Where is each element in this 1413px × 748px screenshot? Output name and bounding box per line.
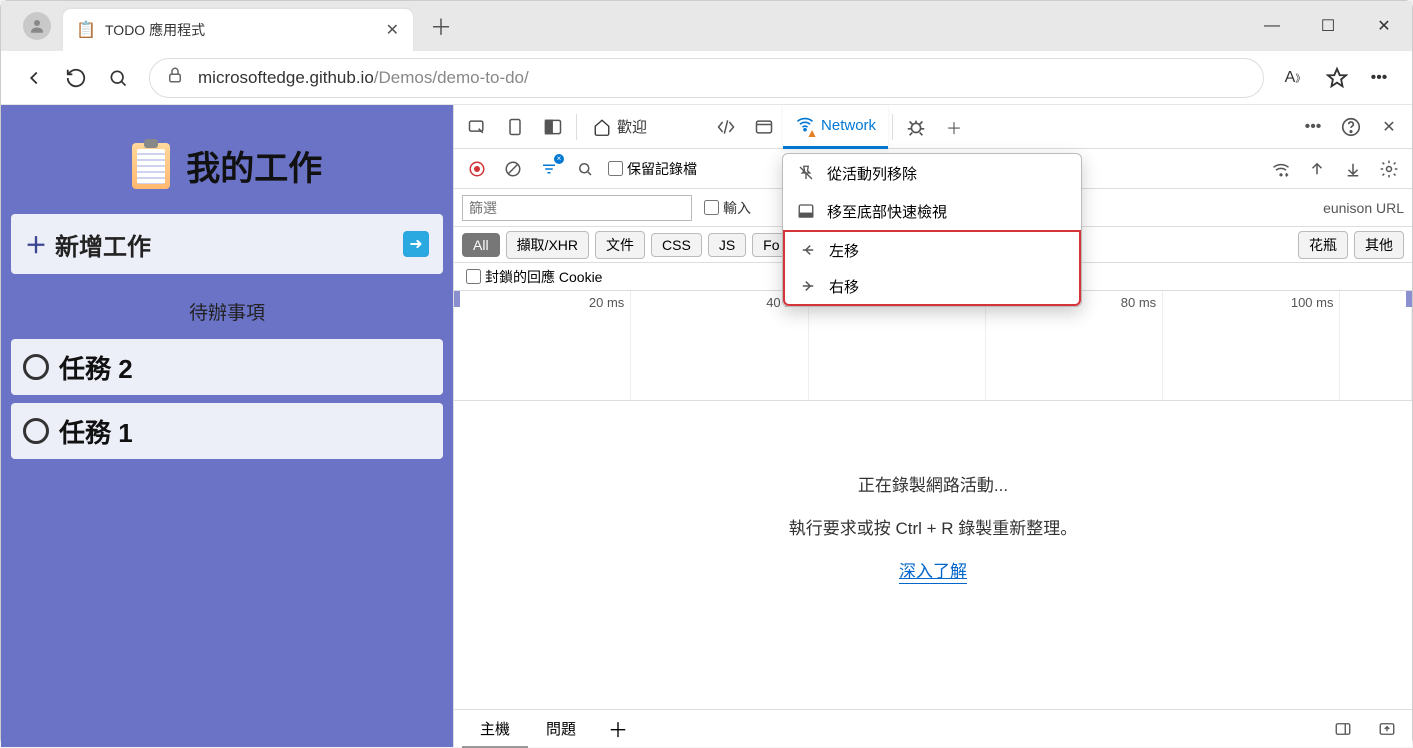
close-devtools-button[interactable]: ✕ <box>1370 108 1408 146</box>
tab-network[interactable]: ▲ Network <box>783 105 888 149</box>
timeline-tick: 100 ms <box>1291 295 1334 310</box>
close-window-button[interactable]: ✕ <box>1356 1 1412 51</box>
close-tab-button[interactable]: ✕ <box>386 20 399 40</box>
ctx-move-bottom[interactable]: 移至底部快速檢視 <box>783 192 1081 230</box>
timeline-tick: 20 ms <box>589 295 624 310</box>
recording-hint: 執行要求或按 Ctrl + R 錄製重新整理。 <box>789 514 1078 539</box>
help-button[interactable] <box>1332 108 1370 146</box>
url-input[interactable]: microsoftedge.github.io/Demos/demo-to-do… <box>149 58 1264 98</box>
settings-gear-button[interactable] <box>1372 152 1406 186</box>
invert-checkbox[interactable]: 輸入 <box>700 198 755 218</box>
drawer-expand-button[interactable] <box>1370 712 1404 746</box>
recording-message: 正在錄製網路活動... <box>858 471 1008 496</box>
submit-task-button[interactable]: ➜ <box>403 231 429 257</box>
task-item[interactable]: 任務 2 <box>11 339 443 395</box>
type-doc[interactable]: 文件 <box>595 231 645 259</box>
timeline-handle-right[interactable] <box>1406 291 1412 307</box>
arrow-left-icon <box>799 241 817 259</box>
tab-bug[interactable] <box>897 108 935 146</box>
dock-side-button[interactable] <box>534 108 572 146</box>
maximize-button[interactable]: ☐ <box>1300 1 1356 51</box>
ctx-move-right[interactable]: 右移 <box>783 268 1081 306</box>
task-item[interactable]: 任務 1 <box>11 403 443 459</box>
unpin-icon <box>797 164 815 182</box>
read-aloud-button[interactable]: A》 <box>1274 57 1316 99</box>
devtools-panel: 歡迎 ▲ Network ＋ ••• ✕ × 保留記錄檔 <box>453 105 1412 747</box>
more-button[interactable]: ••• <box>1358 57 1400 99</box>
todo-app-page: 我的工作 ＋ 新增工作 ➜ 待辦事項 任務 2 任務 1 <box>1 105 453 747</box>
drawer-tab-host[interactable]: 主機 <box>462 710 528 748</box>
back-button[interactable] <box>13 57 55 99</box>
tab-console[interactable] <box>745 108 783 146</box>
preserve-log-checkbox[interactable]: 保留記錄檔 <box>604 159 701 179</box>
drawer-dock-button[interactable] <box>1326 712 1360 746</box>
device-toggle-button[interactable] <box>496 108 534 146</box>
cutoff-text: eunison URL <box>1323 200 1404 216</box>
task-name: 任務 2 <box>59 349 133 386</box>
export-har-button[interactable] <box>1336 152 1370 186</box>
titlebar: 📋 TODO 應用程式 ✕ ＋ — ☐ ✕ <box>1 1 1412 51</box>
lock-icon <box>166 66 184 89</box>
learn-more-link[interactable]: 深入了解 <box>899 557 967 584</box>
browser-tab[interactable]: 📋 TODO 應用程式 ✕ <box>63 9 413 51</box>
network-conditions-button[interactable] <box>1264 152 1298 186</box>
tab-title: TODO 應用程式 <box>105 20 386 40</box>
network-timeline[interactable]: 20 ms 40 ms 60 ms 80 ms 100 ms <box>454 291 1412 401</box>
page-header: 我的工作 <box>11 115 443 214</box>
clear-button[interactable] <box>496 152 530 186</box>
refresh-button[interactable] <box>55 57 97 99</box>
type-other[interactable]: 其他 <box>1354 231 1404 259</box>
context-menu: 從活動列移除 移至底部快速檢視 左移 右移 <box>782 153 1082 307</box>
profile-avatar[interactable] <box>23 12 51 40</box>
ctx-unpin[interactable]: 從活動列移除 <box>783 154 1081 192</box>
filter-toggle-button[interactable]: × <box>532 152 566 186</box>
import-har-button[interactable] <box>1300 152 1334 186</box>
drawer-add-tab[interactable]: ＋ <box>594 714 642 743</box>
minimize-button[interactable]: — <box>1244 1 1300 51</box>
network-empty-state: 正在錄製網路活動... 執行要求或按 Ctrl + R 錄製重新整理。 深入了解 <box>454 401 1412 709</box>
add-task-input[interactable]: ＋ 新增工作 ➜ <box>11 214 443 274</box>
window-controls: — ☐ ✕ <box>1244 1 1412 51</box>
clipboard-logo-icon <box>132 143 170 189</box>
task-radio-icon[interactable] <box>23 354 49 380</box>
add-task-label: 新增工作 <box>55 227 403 262</box>
filter-input[interactable] <box>462 195 692 221</box>
url-text: microsoftedge.github.io/Demos/demo-to-do… <box>198 68 529 88</box>
plus-icon: ＋ <box>25 228 47 260</box>
page-title: 我的工作 <box>186 150 322 188</box>
record-button[interactable] <box>460 152 494 186</box>
todo-section-label: 待辦事項 <box>11 298 443 325</box>
new-tab-button[interactable]: ＋ <box>423 8 459 44</box>
home-icon <box>593 118 611 136</box>
content-area: 我的工作 ＋ 新增工作 ➜ 待辦事項 任務 2 任務 1 歡迎 <box>1 105 1412 747</box>
drawer-tab-issues[interactable]: 問題 <box>528 710 594 748</box>
type-all[interactable]: All <box>462 233 500 257</box>
search-button[interactable] <box>97 57 139 99</box>
blocked-cookies-checkbox[interactable]: 封鎖的回應 Cookie <box>462 267 606 287</box>
type-js[interactable]: JS <box>708 233 746 257</box>
tab-welcome[interactable]: 歡迎 <box>581 105 659 149</box>
type-css[interactable]: CSS <box>651 233 702 257</box>
address-bar: microsoftedge.github.io/Demos/demo-to-do… <box>1 51 1412 105</box>
type-fetch[interactable]: 擷取/XHR <box>506 231 589 259</box>
more-tools-button[interactable]: ••• <box>1294 108 1332 146</box>
search-network-button[interactable] <box>568 152 602 186</box>
clipboard-icon: 📋 <box>77 21 95 39</box>
task-name: 任務 1 <box>59 413 133 450</box>
task-radio-icon[interactable] <box>23 418 49 444</box>
add-tab-button[interactable]: ＋ <box>935 108 973 146</box>
dock-bottom-icon <box>797 202 815 220</box>
wifi-alert-icon: ▲ <box>795 113 815 137</box>
person-icon <box>28 17 46 35</box>
timeline-tick: 80 ms <box>1121 295 1156 310</box>
tab-elements[interactable] <box>707 108 745 146</box>
devtools-tabbar: 歡迎 ▲ Network ＋ ••• ✕ <box>454 105 1412 149</box>
devtools-drawer-tabs: 主機 問題 ＋ <box>454 709 1412 747</box>
type-vase[interactable]: 花瓶 <box>1298 231 1348 259</box>
favorite-button[interactable] <box>1316 57 1358 99</box>
ctx-move-left[interactable]: 左移 <box>783 230 1081 268</box>
arrow-right-icon <box>799 277 817 295</box>
inspect-element-button[interactable] <box>458 108 496 146</box>
